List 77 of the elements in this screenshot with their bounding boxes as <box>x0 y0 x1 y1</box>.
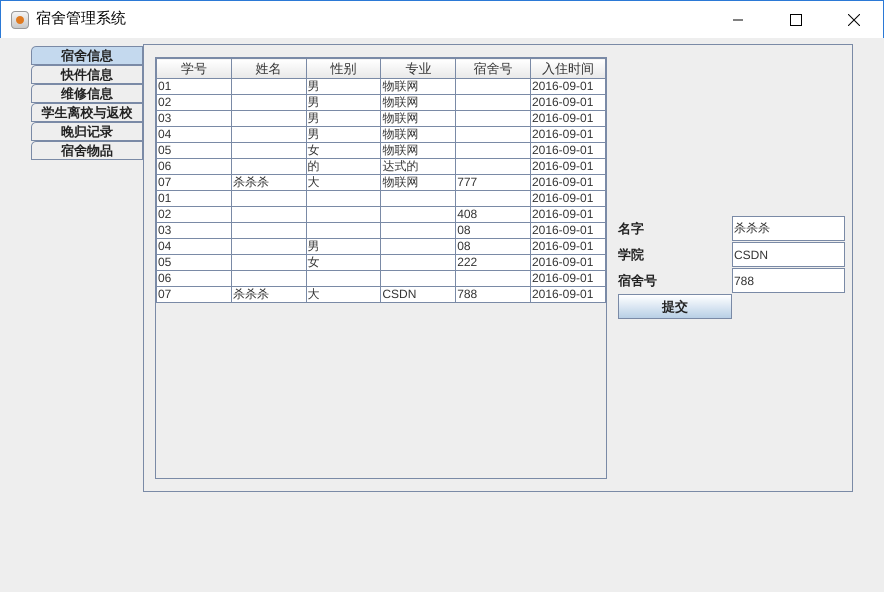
table-cell: 物联网 <box>382 111 418 125</box>
table-cell: 大 <box>308 287 320 301</box>
input-field[interactable]: 788 <box>732 268 845 293</box>
table-cell: 2016-09-01 <box>532 255 594 269</box>
table-cell: 2016-09-01 <box>532 95 594 109</box>
table-cell: 2016-09-01 <box>532 287 594 301</box>
table-cell: 杀杀杀 <box>232 175 269 189</box>
table-cell: 物联网 <box>382 175 418 189</box>
table-cell: 大 <box>308 175 320 189</box>
table-cell: 杀杀杀 <box>232 287 269 301</box>
field-label: 宿舍号 <box>618 272 658 290</box>
table-cell: 01 <box>158 191 172 205</box>
table-cell: 2016-09-01 <box>532 111 594 125</box>
table-cell: 的 <box>308 159 320 173</box>
table-cell: 男 <box>308 239 320 253</box>
table-cell: 05 <box>158 255 172 269</box>
table-cell: 2016-09-01 <box>532 127 594 141</box>
tab[interactable]: 维修信息 <box>31 84 143 103</box>
tab[interactable]: 学生离校与返校 <box>31 103 143 122</box>
table-cell: 408 <box>457 207 478 221</box>
field-label: 名字 <box>618 220 645 238</box>
table-cell: 2016-09-01 <box>532 79 594 93</box>
table-cell: 06 <box>158 271 172 285</box>
table-cell: 08 <box>457 223 471 237</box>
input-field[interactable]: 杀杀杀 <box>732 216 845 241</box>
close-icon[interactable] <box>848 14 860 26</box>
table-cell: 男 <box>308 79 320 93</box>
column-header[interactable]: 姓名 <box>231 58 306 78</box>
table-cell: 03 <box>158 111 172 125</box>
table-cell: 02 <box>158 95 172 109</box>
table-cell: 物联网 <box>382 143 418 157</box>
column-header[interactable]: 专业 <box>380 58 456 78</box>
field-label: 学院 <box>618 246 645 264</box>
table-cell: 04 <box>158 127 172 141</box>
table-cell: 07 <box>158 287 172 301</box>
table-cell: 2016-09-01 <box>532 191 594 205</box>
table-cell: 达式的 <box>382 159 418 173</box>
table-cell: 男 <box>308 111 320 125</box>
table-cell: 788 <box>457 287 478 301</box>
window-title: 宿舍管理系统 <box>36 9 126 30</box>
table-cell: 02 <box>158 207 172 221</box>
table-cell: 07 <box>158 175 172 189</box>
table-cell: 女 <box>308 143 320 157</box>
table-cell: 01 <box>158 79 172 93</box>
maximize-icon[interactable] <box>790 14 802 26</box>
table-cell: 物联网 <box>382 95 418 109</box>
table-cell: 物联网 <box>382 127 418 141</box>
column-header[interactable]: 入住时间 <box>530 58 606 78</box>
table-cell: 2016-09-01 <box>532 159 594 173</box>
table-cell: 男 <box>308 127 320 141</box>
table-cell: 05 <box>158 143 172 157</box>
table-cell: 222 <box>457 255 478 269</box>
column-header[interactable]: 学号 <box>156 58 232 78</box>
table-cell: 男 <box>308 95 320 109</box>
table-cell: 03 <box>158 223 172 237</box>
tab[interactable]: 晚归记录 <box>31 122 143 141</box>
table-cell: 2016-09-01 <box>532 143 594 157</box>
table-cell: 2016-09-01 <box>532 175 594 189</box>
table-cell: 物联网 <box>382 79 418 93</box>
table-cell: 08 <box>457 239 471 253</box>
column-header[interactable]: 性别 <box>306 58 381 78</box>
submit-button[interactable]: 提交 <box>618 294 732 319</box>
app-icon <box>11 10 29 28</box>
table-cell: 2016-09-01 <box>532 223 594 237</box>
input-field[interactable]: CSDN <box>732 242 845 267</box>
table-cell: CSDN <box>382 287 416 301</box>
column-header[interactable]: 宿舍号 <box>456 58 530 78</box>
tab[interactable]: 快件信息 <box>31 65 143 84</box>
table-cell: 04 <box>158 239 172 253</box>
table-cell: 2016-09-01 <box>532 239 594 253</box>
table-cell: 女 <box>308 255 320 269</box>
tab[interactable]: 宿舍信息 <box>31 46 143 65</box>
table-cell: 777 <box>457 175 478 189</box>
table-cell: 2016-09-01 <box>532 271 594 285</box>
table-cell: 2016-09-01 <box>532 207 594 221</box>
table-cell: 06 <box>158 159 172 173</box>
tab[interactable]: 宿舍物品 <box>31 141 143 160</box>
